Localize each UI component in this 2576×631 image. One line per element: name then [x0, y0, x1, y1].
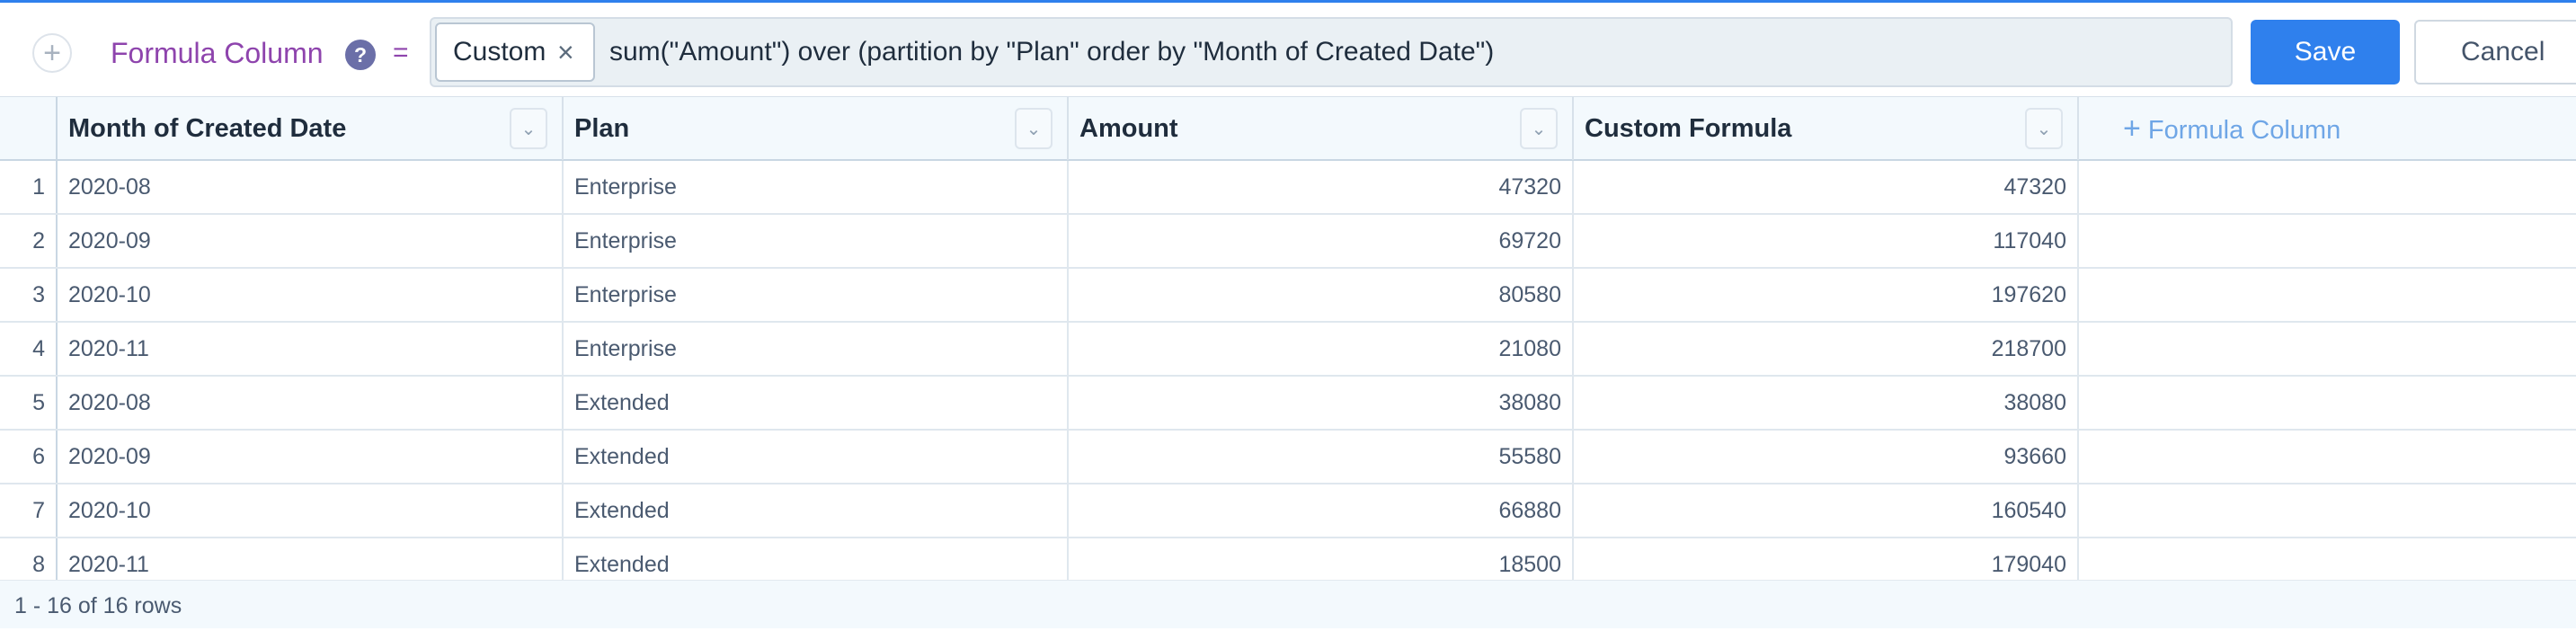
cell-month: 2020-11 [58, 538, 564, 580]
cell-empty [2079, 215, 2576, 267]
chevron-down-icon[interactable]: ⌄ [1015, 108, 1053, 149]
cell-month: 2020-08 [58, 377, 564, 429]
cell-plan: Enterprise [564, 323, 1069, 375]
row-count-label: 1 - 16 of 16 rows [14, 593, 182, 618]
table-row[interactable]: 5 2020-08 Extended 38080 38080 [0, 377, 2576, 431]
plus-icon: + [2123, 111, 2141, 146]
cell-amount: 80580 [1069, 269, 1574, 321]
save-button[interactable]: Save [2251, 20, 2400, 84]
table-row[interactable]: 3 2020-10 Enterprise 80580 197620 [0, 269, 2576, 323]
row-number: 8 [0, 538, 58, 580]
table-row[interactable]: 2 2020-09 Enterprise 69720 117040 [0, 215, 2576, 269]
row-number: 2 [0, 215, 58, 267]
cell-empty [2079, 323, 2576, 375]
cell-custom-formula: 47320 [1574, 161, 2079, 213]
table-row[interactable]: 8 2020-11 Extended 18500 179040 [0, 538, 2576, 580]
cell-custom-formula: 38080 [1574, 377, 2079, 429]
cell-empty [2079, 484, 2576, 537]
table-row[interactable]: 6 2020-09 Extended 55580 93660 [0, 431, 2576, 484]
cell-custom-formula: 197620 [1574, 269, 2079, 321]
cell-month: 2020-10 [58, 269, 564, 321]
cell-empty [2079, 161, 2576, 213]
cell-amount: 55580 [1069, 431, 1574, 483]
table-row[interactable]: 1 2020-08 Enterprise 47320 47320 [0, 161, 2576, 215]
formula-input[interactable]: Custom × sum("Amount") over (partition b… [430, 17, 2233, 87]
cell-plan: Extended [564, 484, 1069, 537]
cell-empty [2079, 269, 2576, 321]
column-header-label: Plan [574, 114, 630, 143]
column-header-plan[interactable]: Plan ⌄ [564, 97, 1069, 160]
cell-custom-formula: 117040 [1574, 215, 2079, 267]
table-header-row: Month of Created Date ⌄ Plan ⌄ Amount ⌄ … [0, 96, 2576, 161]
cell-empty [2079, 538, 2576, 580]
row-number: 1 [0, 161, 58, 213]
cancel-button[interactable]: Cancel [2414, 20, 2576, 84]
close-icon[interactable]: × [557, 24, 574, 80]
cell-plan: Extended [564, 538, 1069, 580]
cell-amount: 38080 [1069, 377, 1574, 429]
chevron-down-icon[interactable]: ⌄ [510, 108, 547, 149]
table-row[interactable]: 7 2020-10 Extended 66880 160540 [0, 484, 2576, 538]
cell-month: 2020-10 [58, 484, 564, 537]
cell-amount: 18500 [1069, 538, 1574, 580]
question-circle-icon[interactable]: ? [345, 40, 376, 70]
cell-empty [2079, 377, 2576, 429]
data-table: Month of Created Date ⌄ Plan ⌄ Amount ⌄ … [0, 96, 2576, 580]
formula-column-label: Formula Column [111, 37, 324, 69]
add-formula-column-label: Formula Column [2147, 116, 2341, 145]
cell-amount: 21080 [1069, 323, 1574, 375]
add-formula-column-button[interactable]: + Formula Column [2123, 97, 2341, 162]
column-header-label: Custom Formula [1585, 114, 1792, 143]
cell-plan: Enterprise [564, 215, 1069, 267]
row-number: 3 [0, 269, 58, 321]
chevron-down-icon[interactable]: ⌄ [1520, 108, 1558, 149]
cell-custom-formula: 218700 [1574, 323, 2079, 375]
chevron-down-icon[interactable]: ⌄ [2025, 108, 2063, 149]
row-number: 4 [0, 323, 58, 375]
cell-plan: Extended [564, 431, 1069, 483]
column-header-label: Amount [1079, 114, 1178, 143]
column-header-custom-formula[interactable]: Custom Formula ⌄ [1574, 97, 2079, 160]
cell-plan: Enterprise [564, 161, 1069, 213]
row-number: 6 [0, 431, 58, 483]
row-number: 7 [0, 484, 58, 537]
formula-type-chip[interactable]: Custom × [435, 22, 595, 82]
cell-plan: Extended [564, 377, 1069, 429]
column-header-label: Month of Created Date [68, 114, 347, 143]
table-row[interactable]: 4 2020-11 Enterprise 21080 218700 [0, 323, 2576, 377]
cell-month: 2020-09 [58, 431, 564, 483]
cell-custom-formula: 160540 [1574, 484, 2079, 537]
cell-amount: 47320 [1069, 161, 1574, 213]
cell-month: 2020-11 [58, 323, 564, 375]
row-number: 5 [0, 377, 58, 429]
column-header-month-of-created-date[interactable]: Month of Created Date ⌄ [58, 97, 564, 160]
formula-expression[interactable]: sum("Amount") over (partition by "Plan" … [609, 19, 1494, 85]
equals-sign: = [393, 38, 409, 67]
cell-plan: Enterprise [564, 269, 1069, 321]
cell-month: 2020-09 [58, 215, 564, 267]
cell-amount: 66880 [1069, 484, 1574, 537]
cell-custom-formula: 179040 [1574, 538, 2079, 580]
row-number-header [0, 97, 58, 159]
cell-empty [2079, 431, 2576, 483]
formula-bar: + Formula Column ? = Custom × sum("Amoun… [0, 3, 2576, 96]
plus-circle-icon[interactable]: + [32, 33, 72, 73]
cell-month: 2020-08 [58, 161, 564, 213]
cell-amount: 69720 [1069, 215, 1574, 267]
formula-type-chip-label: Custom [453, 37, 546, 67]
table-footer: 1 - 16 of 16 rows [0, 580, 2576, 628]
column-header-amount[interactable]: Amount ⌄ [1069, 97, 1574, 160]
cell-custom-formula: 93660 [1574, 431, 2079, 483]
